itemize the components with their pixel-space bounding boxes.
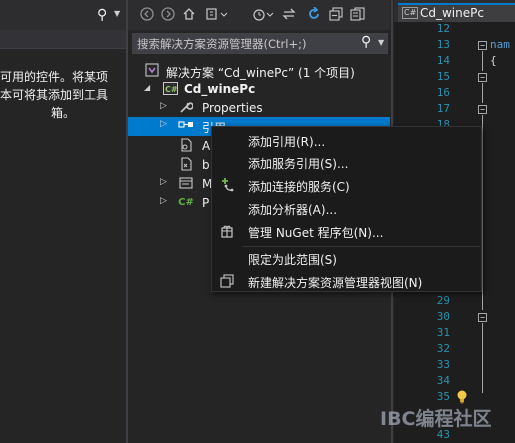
- tree-item-solution[interactable]: 解决方案 “Cd_winePc” (1 个项目): [128, 62, 390, 81]
- toolbox-message-line: 箱。: [50, 106, 75, 120]
- lightbulb-icon[interactable]: [456, 390, 468, 404]
- tree-item-properties[interactable]: ▷ Properties: [128, 99, 390, 118]
- nuget-package-icon: [219, 223, 235, 239]
- editor-tab-title: Cd_winePc: [420, 6, 484, 20]
- tree-item-label: P: [202, 196, 210, 210]
- line-number: 29: [436, 294, 450, 307]
- search-icon[interactable]: ⚲: [97, 7, 107, 23]
- menu-item-add-reference[interactable]: 添加引用(R)...: [213, 129, 481, 151]
- collapse-region-icon[interactable]: −: [478, 105, 487, 114]
- chevron-down-icon[interactable]: ▼: [378, 38, 384, 47]
- menu-item-label: 新建解决方案资源管理器视图(N): [248, 276, 423, 290]
- solution-explorer-search-input[interactable]: 搜索解决方案资源管理器(Ctrl+;) ⚲ ▼: [132, 33, 388, 54]
- solution-label: 解决方案 “Cd_winePc” (1 个项目): [166, 66, 355, 80]
- sync-with-document-icon[interactable]: [282, 7, 296, 23]
- menu-item-add-connected-service[interactable]: 添加连接的服务(C): [213, 174, 481, 196]
- tree-item-label: b: [202, 158, 210, 172]
- line-number: 16: [436, 86, 450, 99]
- collapse-region-icon[interactable]: −: [478, 41, 487, 50]
- collapse-all-icon[interactable]: [329, 7, 343, 23]
- collapsed-arrow-icon[interactable]: ▷: [160, 177, 167, 187]
- sync-icon[interactable]: [252, 7, 274, 23]
- show-all-files-icon[interactable]: [350, 7, 366, 23]
- file-icon: [178, 157, 194, 174]
- toolbox-pane: ⚲ ▼ 可用的控件。将某项 本可将其添加到工具 箱。: [0, 0, 127, 443]
- toolbox-message-line: 本可将其添加到工具: [0, 88, 109, 102]
- context-menu: 添加引用(R)... 添加服务引用(S)... 添加连接的服务(C) 添加分析器…: [211, 126, 482, 292]
- code-brace: {: [490, 54, 497, 67]
- wrench-icon: [178, 100, 194, 117]
- outline-guide: [482, 51, 483, 71]
- menu-item-label: 管理 NuGet 程序包(N)...: [248, 226, 384, 240]
- refresh-icon[interactable]: [307, 6, 321, 23]
- outline-guide: [482, 323, 483, 393]
- toolbox-search-field[interactable]: [0, 30, 126, 49]
- line-number: 13: [436, 38, 450, 51]
- csharp-file-icon: C#: [178, 197, 194, 208]
- editor-tab[interactable]: C# Cd_winePc: [398, 3, 515, 22]
- line-number: 32: [436, 342, 450, 355]
- search-placeholder: 搜索解决方案资源管理器(Ctrl+;): [137, 37, 307, 51]
- collapsed-arrow-icon[interactable]: ▷: [160, 196, 167, 206]
- line-number: 30: [436, 310, 450, 323]
- connected-service-icon: [219, 177, 235, 193]
- chevron-down-icon[interactable]: ▼: [114, 9, 120, 18]
- line-number: 35: [436, 390, 450, 403]
- line-number: 33: [436, 358, 450, 371]
- tree-item-label: Properties: [202, 101, 263, 115]
- tree-item-label: A: [202, 139, 211, 153]
- solution-icon: [144, 63, 160, 80]
- watermark: IBC编程社区: [380, 408, 492, 430]
- csharp-project-icon: C#: [162, 82, 178, 98]
- project-label: Cd_winePc: [184, 82, 256, 96]
- home-icon[interactable]: [182, 7, 196, 23]
- line-number: 14: [436, 54, 450, 67]
- collapse-region-icon[interactable]: −: [478, 313, 487, 322]
- menu-item-label: 添加引用(R)...: [248, 135, 326, 149]
- app-config-icon: [178, 138, 194, 155]
- menu-item-new-explorer-view[interactable]: 新建解决方案资源管理器视图(N): [213, 270, 481, 292]
- tree-item-project[interactable]: ◢ C# Cd_winePc: [128, 80, 390, 99]
- toolbox-message-line: 可用的控件。将某项: [0, 70, 109, 84]
- menu-item-label: 添加分析器(A)...: [248, 203, 338, 217]
- line-number: 15: [436, 70, 450, 83]
- solution-explorer-toolbar: [128, 0, 390, 30]
- back-icon[interactable]: [140, 7, 154, 23]
- menu-item-label: 添加服务引用(S)...: [248, 157, 349, 171]
- line-number: 34: [436, 374, 450, 387]
- search-icon[interactable]: ⚲: [361, 34, 371, 50]
- form-icon: [178, 176, 194, 193]
- collapsed-arrow-icon[interactable]: ▷: [160, 101, 167, 111]
- toolbox-header: ⚲ ▼: [0, 0, 127, 30]
- csharp-file-icon: C#: [402, 7, 419, 19]
- toolbox-empty-message: 可用的控件。将某项 本可将其添加到工具 箱。: [0, 68, 126, 122]
- menu-item-label: 添加连接的服务(C): [248, 180, 350, 194]
- expanded-arrow-icon[interactable]: ◢: [144, 83, 150, 92]
- pending-changes-filter-icon[interactable]: [206, 7, 228, 23]
- collapsed-arrow-icon[interactable]: ▷: [160, 119, 167, 129]
- menu-item-scope-to-this[interactable]: 限定为此范围(S): [213, 247, 481, 269]
- line-number: 31: [436, 326, 450, 339]
- menu-item-label: 限定为此范围(S): [248, 253, 337, 267]
- menu-item-manage-nuget[interactable]: 管理 NuGet 程序包(N)...: [213, 220, 481, 242]
- editor-tab-bar: C# Cd_winePc: [394, 0, 515, 22]
- line-number: 17: [436, 102, 450, 115]
- code-keyword: nam: [490, 38, 510, 51]
- forward-icon[interactable]: [161, 7, 175, 23]
- svg-text:C#: C#: [165, 85, 178, 94]
- menu-item-add-analyzer[interactable]: 添加分析器(A)...: [213, 197, 481, 219]
- collapse-region-icon[interactable]: −: [478, 73, 487, 82]
- line-number: 12: [436, 22, 450, 35]
- references-icon: [178, 118, 194, 135]
- new-view-icon: [219, 273, 235, 289]
- outline-guide: [482, 115, 483, 310]
- menu-item-add-service-reference[interactable]: 添加服务引用(S)...: [213, 151, 481, 173]
- outline-guide: [482, 83, 483, 103]
